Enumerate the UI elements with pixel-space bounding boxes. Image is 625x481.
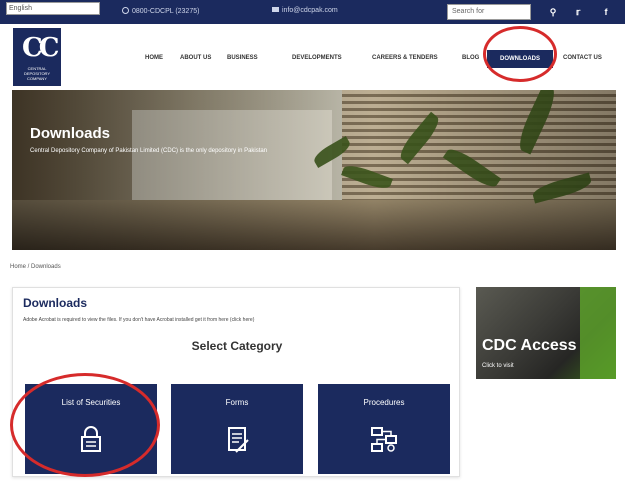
nav-contact-us[interactable]: CONTACT US bbox=[563, 55, 602, 61]
hero-title: Downloads bbox=[30, 125, 111, 142]
phone-number: 0800-CDCPL (23275) bbox=[132, 8, 200, 15]
tile-label: Forms bbox=[225, 398, 249, 407]
breadcrumb[interactable]: Home / Downloads bbox=[10, 264, 61, 270]
card-title: Downloads bbox=[23, 296, 88, 310]
highlight-ring-downloads bbox=[483, 26, 557, 82]
phone-info: 0800-CDCPL (23275) bbox=[122, 7, 199, 15]
tile-label: Procedures bbox=[363, 398, 405, 407]
nav-careers-tenders[interactable]: CAREERS & TENDERS bbox=[372, 55, 438, 61]
select-category-heading: Select Category bbox=[191, 339, 283, 353]
top-bar: English 0800-CDCPL (23275) info@cdcpak.c… bbox=[0, 0, 625, 24]
email-address[interactable]: info@cdcpak.com bbox=[282, 7, 338, 14]
phone-icon bbox=[122, 7, 129, 14]
facebook-icon[interactable]: f bbox=[596, 4, 616, 20]
cdc-access-banner[interactable]: CDC Access Click to visit bbox=[476, 287, 616, 379]
cdc-logo[interactable]: CC CENTRAL DEPOSITORY COMPANY bbox=[13, 28, 61, 86]
search-icon[interactable]: ⚲ bbox=[543, 4, 563, 20]
card-description: Adobe Acrobat is required to view the fi… bbox=[23, 317, 255, 323]
twitter-icon[interactable]: 𝕣 bbox=[568, 4, 588, 20]
nav-developments[interactable]: DEVELOPMENTS bbox=[292, 55, 342, 61]
email-info[interactable]: info@cdcpak.com bbox=[272, 7, 338, 14]
language-select[interactable]: English bbox=[6, 2, 100, 15]
ad-title: CDC Access bbox=[482, 337, 577, 354]
tile-forms[interactable]: Forms bbox=[171, 384, 303, 474]
nav-about-us[interactable]: ABOUT US bbox=[180, 55, 211, 61]
ad-subtitle[interactable]: Click to visit bbox=[482, 363, 514, 369]
nav-home[interactable]: HOME bbox=[145, 55, 163, 61]
nav-business[interactable]: BUSINESS bbox=[227, 55, 258, 61]
hero-banner: Downloads Central Depository Company of … bbox=[12, 90, 616, 250]
logo-text: CENTRAL DEPOSITORY COMPANY bbox=[23, 66, 51, 81]
hero-subtitle: Central Depository Company of Pakistan L… bbox=[30, 148, 268, 154]
procedure-icon bbox=[371, 427, 397, 452]
highlight-ring-list-of-securities bbox=[10, 373, 160, 477]
ad-green-strip bbox=[580, 287, 616, 379]
hero-shade bbox=[12, 90, 616, 250]
mail-icon bbox=[272, 7, 279, 12]
nav-blog[interactable]: BLOG bbox=[462, 55, 479, 61]
tile-procedures[interactable]: Procedures bbox=[318, 384, 450, 474]
form-icon bbox=[228, 427, 249, 453]
logo-mark: CC bbox=[22, 33, 59, 63]
search-input[interactable]: Search for bbox=[447, 4, 531, 20]
